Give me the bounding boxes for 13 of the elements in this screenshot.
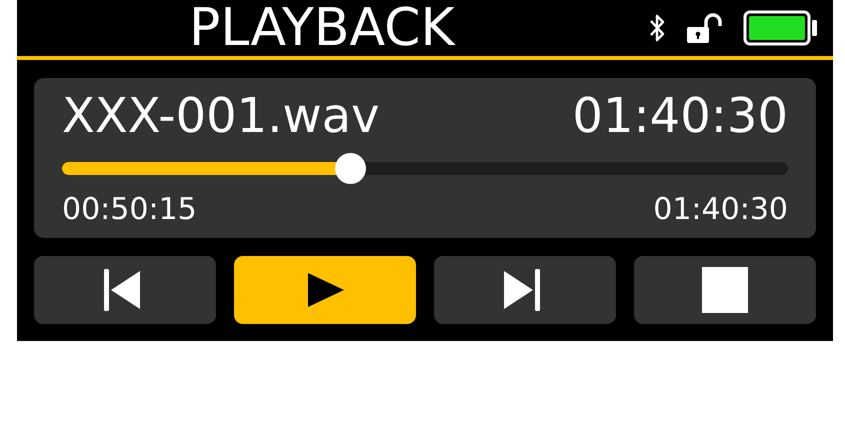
- next-button[interactable]: [434, 256, 616, 324]
- previous-button[interactable]: [34, 256, 216, 324]
- screen-title: PLAYBACK: [189, 2, 456, 54]
- play-button[interactable]: [234, 256, 416, 324]
- battery-icon: [743, 10, 819, 46]
- duration-time: 01:40:30: [572, 87, 788, 146]
- stop-button[interactable]: [634, 256, 816, 324]
- slider-thumb[interactable]: [335, 153, 366, 184]
- file-name: XXX-001.wav: [62, 87, 380, 146]
- progress-slider[interactable]: [62, 153, 788, 184]
- elapsed-time: 00:50:15: [62, 191, 197, 229]
- total-time: 01:40:30: [653, 191, 788, 229]
- stop-icon: [702, 267, 748, 313]
